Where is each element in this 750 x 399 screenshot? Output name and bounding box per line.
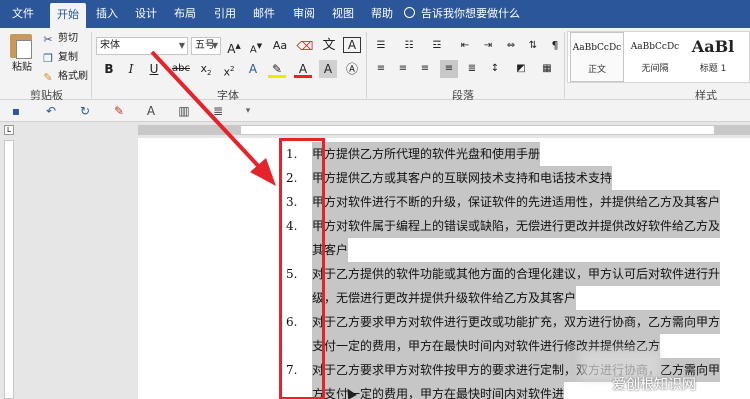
annotation-arrow (150, 50, 276, 186)
annotation-highlight-box (279, 138, 325, 399)
word-window: { "tabs": ["文件", "开始", "插入", "设计", "布局",… (0, 0, 750, 399)
watermark: 爱创根知识网 (612, 377, 696, 393)
